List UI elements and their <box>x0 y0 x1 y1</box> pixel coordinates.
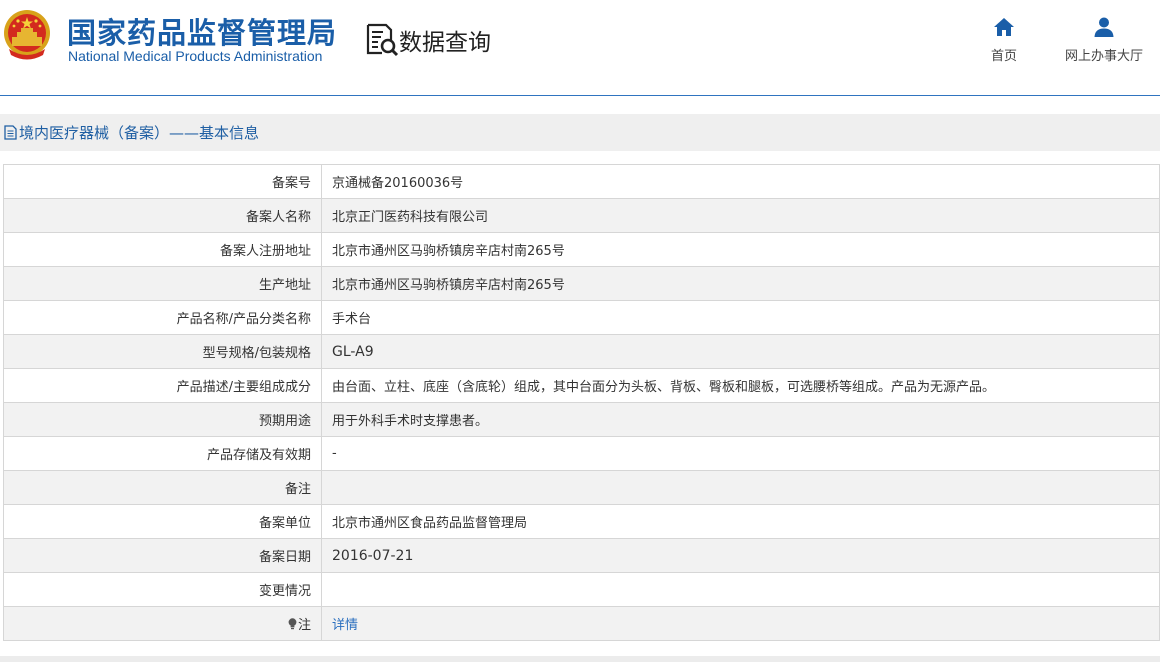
row-value-production-address: 北京市通州区马驹桥镇房辛店村南265号 <box>321 266 1160 301</box>
row-label-record-unit: 备案单位 <box>3 504 322 539</box>
table-row: 备案号 京通械备20160036号 <box>3 164 1160 199</box>
row-value-note: 详情 <box>321 606 1160 641</box>
table-row: 变更情况 <box>3 572 1160 607</box>
table-row: 备案人名称 北京正门医药科技有限公司 <box>3 198 1160 233</box>
table-row: 注 详情 <box>3 606 1160 641</box>
nav-online-hall-label: 网上办事大厅 <box>1064 49 1143 64</box>
row-label-change-status: 变更情况 <box>3 572 322 607</box>
brand-title-cn[interactable]: 国家药品监督管理局 <box>67 10 337 52</box>
document-icon <box>4 125 17 140</box>
record-info-table: 备案号 京通械备20160036号 备案人名称 北京正门医药科技有限公司 备案人… <box>3 164 1160 641</box>
row-value-change-status <box>321 572 1160 607</box>
details-link[interactable]: 详情 <box>332 618 358 633</box>
row-value-registrant-address: 北京市通州区马驹桥镇房辛店村南265号 <box>321 232 1160 267</box>
row-label-intended-use: 预期用途 <box>3 402 322 437</box>
note-label-text: 注 <box>297 618 311 633</box>
row-value-registrant-name: 北京正门医药科技有限公司 <box>321 198 1160 233</box>
data-query-label: 数据查询 <box>399 30 491 56</box>
row-value-storage-validity: - <box>321 436 1160 471</box>
user-icon <box>1094 17 1114 37</box>
table-row: 预期用途 用于外科手术时支撑患者。 <box>3 402 1160 437</box>
header-divider <box>0 95 1160 96</box>
row-value-product-description: 由台面、立柱、底座（含底轮）组成，其中台面分为头板、背板、臀板和腿板，可选腰桥等… <box>321 368 1160 403</box>
row-label-record-date: 备案日期 <box>3 538 322 573</box>
data-query-heading: 数据查询 <box>365 22 491 58</box>
row-value-product-name: 手术台 <box>321 300 1160 335</box>
row-label-production-address: 生产地址 <box>3 266 322 301</box>
nav-home-label: 首页 <box>990 49 1017 64</box>
home-icon <box>994 18 1014 36</box>
section-title-bar: 境内医疗器械（备案）——基本信息 <box>0 114 1160 151</box>
row-label-registrant-name: 备案人名称 <box>3 198 322 233</box>
row-value-remarks <box>321 470 1160 505</box>
nav-online-hall-link[interactable]: 网上办事大厅 <box>1058 16 1150 64</box>
table-row: 备注 <box>3 470 1160 505</box>
row-label-record-number: 备案号 <box>3 164 322 199</box>
row-label-remarks: 备注 <box>3 470 322 505</box>
table-row: 生产地址 北京市通州区马驹桥镇房辛店村南265号 <box>3 266 1160 301</box>
document-search-icon <box>366 23 399 57</box>
table-row: 产品存储及有效期 - <box>3 436 1160 471</box>
row-value-intended-use: 用于外科手术时支撑患者。 <box>321 402 1160 437</box>
footer-strip <box>0 656 1160 662</box>
row-label-storage-validity: 产品存储及有效期 <box>3 436 322 471</box>
site-header: 国家药品监督管理局 National Medical Products Admi… <box>0 0 1160 95</box>
row-value-record-date: 2016-07-21 <box>321 538 1160 573</box>
row-value-record-number: 京通械备20160036号 <box>321 164 1160 199</box>
table-row: 备案人注册地址 北京市通州区马驹桥镇房辛店村南265号 <box>3 232 1160 267</box>
row-label-registrant-address: 备案人注册地址 <box>3 232 322 267</box>
row-value-model-spec: GL-A9 <box>321 334 1160 369</box>
lightbulb-icon <box>288 618 297 630</box>
table-row: 备案单位 北京市通州区食品药品监督管理局 <box>3 504 1160 539</box>
row-label-note: 注 <box>3 606 322 641</box>
nav-home-link[interactable]: 首页 <box>984 16 1024 64</box>
row-label-model-spec: 型号规格/包装规格 <box>3 334 322 369</box>
row-label-product-name: 产品名称/产品分类名称 <box>3 300 322 335</box>
row-label-product-description: 产品描述/主要组成成分 <box>3 368 322 403</box>
row-value-record-unit: 北京市通州区食品药品监督管理局 <box>321 504 1160 539</box>
table-row: 型号规格/包装规格 GL-A9 <box>3 334 1160 369</box>
national-emblem-icon <box>4 10 50 60</box>
brand-title-en[interactable]: National Medical Products Administration <box>68 48 322 64</box>
section-title: 境内医疗器械（备案）——基本信息 <box>19 124 260 142</box>
table-row: 产品名称/产品分类名称 手术台 <box>3 300 1160 335</box>
table-row: 产品描述/主要组成成分 由台面、立柱、底座（含底轮）组成，其中台面分为头板、背板… <box>3 368 1160 403</box>
table-row: 备案日期 2016-07-21 <box>3 538 1160 573</box>
